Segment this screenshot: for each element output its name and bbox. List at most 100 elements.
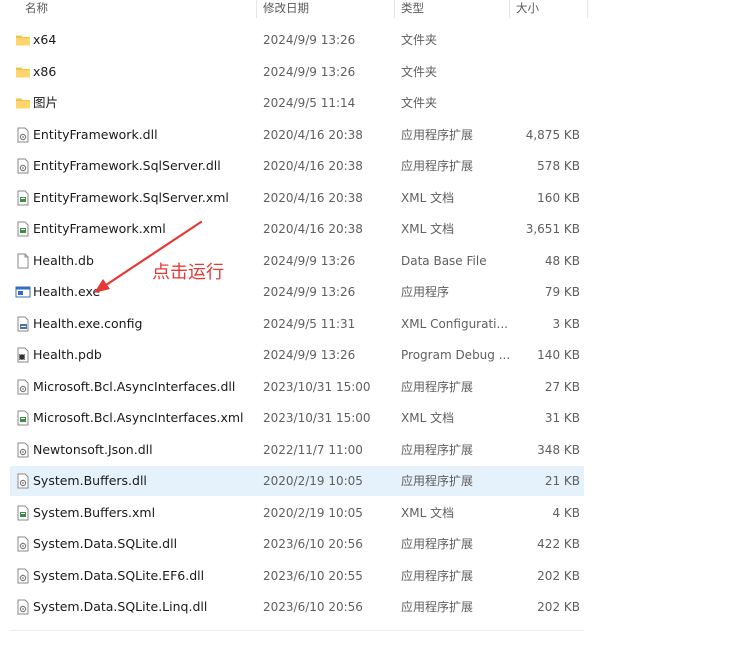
header-name[interactable]: 名称 <box>25 0 48 18</box>
file-row[interactable]: x86 2024/9/9 13:26 文件夹 <box>10 57 584 87</box>
file-size: 202 KB <box>537 568 580 583</box>
file-type: 文件夹 <box>401 64 438 79</box>
file-type: XML 文档 <box>401 505 455 520</box>
file-size: 3,651 KB <box>525 222 580 236</box>
file-name: System.Data.SQLite.EF6.dll <box>33 567 205 583</box>
file-row[interactable]: 图片 2024/9/5 11:14 文件夹 <box>10 88 584 118</box>
file-type: Data Base File <box>401 253 487 268</box>
file-modified-date: 2020/4/16 20:38 <box>263 159 363 173</box>
file-type: 应用程序扩展 <box>401 127 474 142</box>
file-type: XML 文档 <box>401 190 455 205</box>
file-name: System.Data.SQLite.dll <box>33 536 178 551</box>
file-modified-date: 2024/9/5 11:31 <box>263 316 356 331</box>
file-type: 应用程序扩展 <box>401 568 474 583</box>
dll-icon <box>15 158 31 174</box>
column-header: 名称 修改日期 类型 大小 <box>0 0 588 18</box>
file-size: 48 KB <box>544 253 580 268</box>
file-row[interactable]: Health.pdb 2024/9/9 13:26 Program Debug ..… <box>10 340 584 370</box>
file-row[interactable]: Health.db 2024/9/9 13:26 Data Base File 48 … <box>10 246 584 276</box>
file-modified-date: 2023/10/31 15:00 <box>263 379 371 394</box>
file-row[interactable]: System.Data.SQLite.Linq.dll 2023/6/10 20:… <box>10 592 584 622</box>
file-row[interactable]: Newtonsoft.Json.dll 2022/11/7 11:00 应用程序扩展… <box>10 435 584 465</box>
xml-icon <box>15 410 31 426</box>
file-modified-date: 2020/4/16 20:38 <box>263 127 363 142</box>
file-modified-date: 2024/9/9 13:26 <box>263 33 356 47</box>
file-row[interactable]: System.Buffers.dll 2020/2/19 10:05 应用程序扩展 2… <box>10 466 584 496</box>
file-modified-date: 2023/6/10 20:56 <box>263 600 363 614</box>
config-icon <box>15 316 31 332</box>
file-name: EntityFramework.SqlServer.xml <box>33 189 229 205</box>
file-row[interactable]: EntityFramework.xml 2020/4/16 20:38 XML 文档… <box>10 214 584 244</box>
file-type: 应用程序扩展 <box>401 159 474 173</box>
annotation-text: 点击运行 <box>152 262 224 283</box>
folder-icon <box>15 95 31 111</box>
file-type: 文件夹 <box>401 96 438 110</box>
header-size[interactable]: 大小 <box>516 0 539 18</box>
file-size: 27 KB <box>544 379 580 394</box>
file-name: Health.exe <box>33 284 101 299</box>
pdb-icon <box>15 347 31 363</box>
dll-icon <box>15 442 31 458</box>
file-size: 348 KB <box>537 442 580 457</box>
file-name: Health.pdb <box>33 347 102 362</box>
file-row[interactable]: Microsoft.Bcl.AsyncInterfaces.dll 2023/10… <box>10 372 584 402</box>
dll-icon <box>15 127 31 143</box>
file-modified-date: 2023/6/10 20:55 <box>263 568 363 583</box>
file-row[interactable]: Health.exe 2024/9/9 13:26 应用程序 79 KB <box>10 277 584 307</box>
file-name: Microsoft.Bcl.AsyncInterfaces.xml <box>33 410 244 425</box>
dll-icon <box>15 379 31 395</box>
file-size: 21 KB <box>544 474 580 488</box>
file-type: 文件夹 <box>401 33 438 47</box>
file-row[interactable]: System.Buffers.xml 2020/2/19 10:05 XML 文档 4… <box>10 498 584 528</box>
file-name: System.Data.SQLite.Linq.dll <box>33 599 208 614</box>
file-row[interactable]: EntityFramework.SqlServer.xml 2020/4/16 2… <box>10 183 584 213</box>
file-modified-date: 2023/6/10 20:56 <box>263 537 363 551</box>
file-modified-date: 2020/2/19 10:05 <box>263 474 363 488</box>
file-name: EntityFramework.dll <box>33 126 158 142</box>
file-type: 应用程序扩展 <box>401 537 474 551</box>
dll-icon <box>15 568 31 584</box>
file-modified-date: 2024/9/9 13:26 <box>263 253 356 268</box>
column-divider[interactable] <box>587 0 588 18</box>
file-modified-date: 2024/9/9 13:26 <box>263 348 356 362</box>
xml-icon <box>15 505 31 521</box>
header-type[interactable]: 类型 <box>401 0 424 18</box>
file-row[interactable]: x64 2024/9/9 13:26 文件夹 <box>10 25 584 55</box>
file-type: 应用程序 <box>401 285 450 299</box>
folder-icon <box>15 32 31 48</box>
file-type: XML 文档 <box>401 222 455 236</box>
column-divider[interactable] <box>394 0 395 18</box>
folder-icon <box>15 64 31 80</box>
header-date[interactable]: 修改日期 <box>263 0 309 18</box>
file-row[interactable]: Microsoft.Bcl.AsyncInterfaces.xml 2023/10… <box>10 403 584 433</box>
file-icon <box>15 253 31 269</box>
file-type: XML Configurati... <box>401 316 508 331</box>
file-name: System.Buffers.dll <box>33 473 147 488</box>
file-size: 160 KB <box>537 190 580 205</box>
file-type: Program Debug ... <box>401 348 511 362</box>
file-type: 应用程序扩展 <box>401 474 474 488</box>
file-name: Microsoft.Bcl.AsyncInterfaces.dll <box>33 378 236 394</box>
dll-icon <box>15 536 31 552</box>
file-row[interactable]: EntityFramework.SqlServer.dll 2020/4/16 2… <box>10 151 584 181</box>
file-name: EntityFramework.SqlServer.dll <box>33 158 221 173</box>
file-modified-date: 2022/11/7 11:00 <box>263 442 363 457</box>
file-name: EntityFramework.xml <box>33 221 166 236</box>
dll-icon <box>15 473 31 489</box>
file-type: 应用程序扩展 <box>401 442 474 457</box>
file-name: 图片 <box>33 95 59 110</box>
file-row[interactable]: System.Data.SQLite.EF6.dll 2023/6/10 20:5… <box>10 561 584 591</box>
file-name: System.Buffers.xml <box>33 504 156 520</box>
file-size: 140 KB <box>537 348 580 362</box>
file-row[interactable]: System.Data.SQLite.dll 2023/6/10 20:56 应用程… <box>10 529 584 559</box>
file-size: 3 KB <box>552 316 580 331</box>
file-name: Health.exe.config <box>33 315 143 331</box>
file-row[interactable]: EntityFramework.dll 2020/4/16 20:38 应用程序扩展… <box>10 120 584 150</box>
file-name: Health.db <box>33 252 94 268</box>
file-size: 578 KB <box>537 159 580 173</box>
column-divider[interactable] <box>256 0 257 18</box>
xml-icon <box>15 221 31 237</box>
file-row[interactable]: Health.exe.config 2024/9/5 11:31 XML Confi… <box>10 309 584 339</box>
column-divider[interactable] <box>509 0 510 18</box>
file-size: 422 KB <box>537 537 580 551</box>
